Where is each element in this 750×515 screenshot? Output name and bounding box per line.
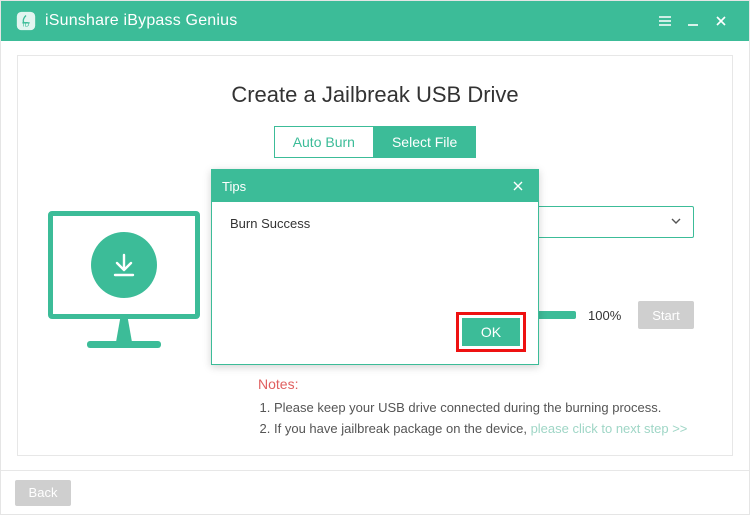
notes-section: Notes: Please keep your USB drive connec… [258, 376, 692, 440]
close-icon[interactable] [707, 7, 735, 35]
chevron-down-icon [669, 214, 683, 233]
ok-highlight: OK [456, 312, 526, 352]
svg-text:ID: ID [23, 22, 30, 29]
progress-percent: 100% [588, 308, 626, 323]
tab-select-file[interactable]: Select File [374, 126, 476, 158]
menu-icon[interactable] [651, 7, 679, 35]
start-button[interactable]: Start [638, 301, 694, 329]
dialog-title: Tips [222, 179, 246, 194]
minimize-icon[interactable] [679, 7, 707, 35]
dialog-titlebar: Tips [212, 170, 538, 202]
notes-title: Notes: [258, 376, 692, 392]
app-title: iSunshare iBypass Genius [45, 12, 237, 30]
footer-bar: Back [1, 470, 749, 514]
app-logo-icon: ID [15, 10, 37, 32]
ok-button[interactable]: OK [462, 318, 520, 346]
page-title: Create a Jailbreak USB Drive [18, 82, 732, 108]
tips-dialog: Tips Burn Success OK [211, 169, 539, 365]
title-bar: ID iSunshare iBypass Genius [1, 1, 749, 41]
back-button[interactable]: Back [15, 480, 71, 506]
dialog-close-icon[interactable] [508, 176, 528, 196]
tabs: Auto Burn Select File [18, 126, 732, 158]
dialog-message: Burn Success [212, 202, 538, 245]
download-icon [91, 232, 157, 298]
next-step-link[interactable]: please click to next step >> [531, 421, 688, 436]
tab-auto-burn[interactable]: Auto Burn [274, 126, 374, 158]
notes-line-2: If you have jailbreak package on the dev… [274, 419, 692, 440]
notes-line-1: Please keep your USB drive connected dur… [274, 398, 692, 419]
monitor-illustration [48, 211, 200, 348]
notes-line-2-text: If you have jailbreak package on the dev… [274, 421, 531, 436]
